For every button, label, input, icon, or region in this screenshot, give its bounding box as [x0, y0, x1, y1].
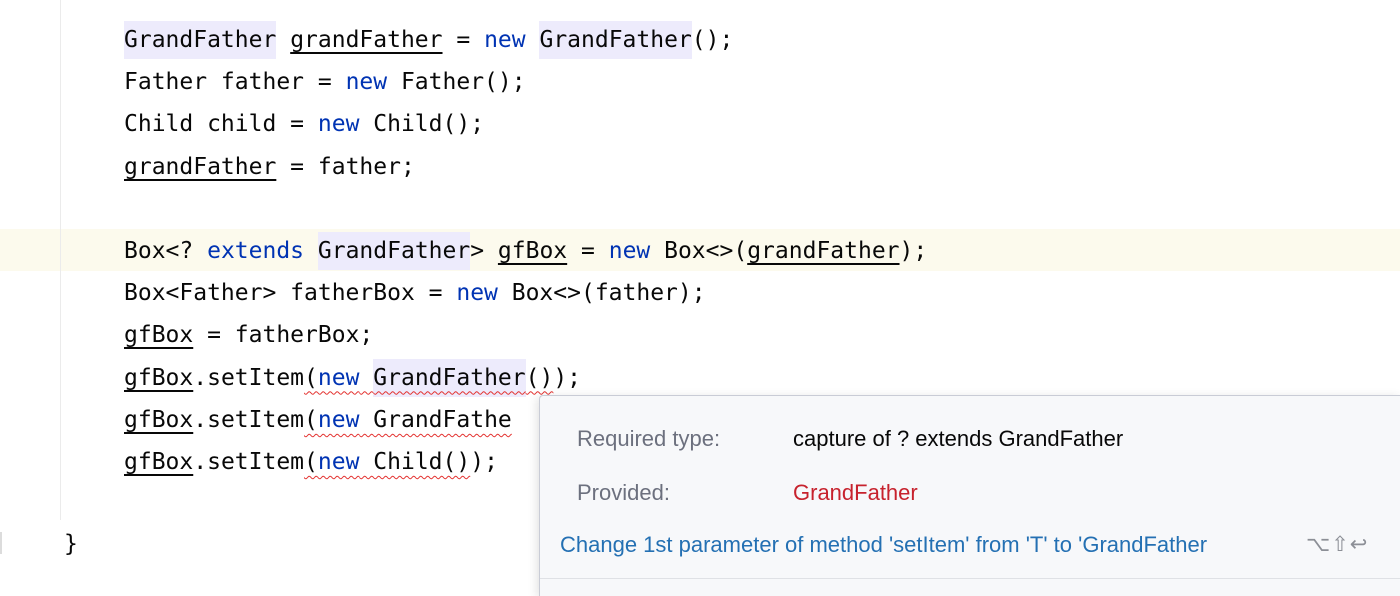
code-token: gfBox: [124, 364, 194, 391]
code-token: Box<Father> fatherBox =: [124, 280, 457, 307]
code-token: new: [456, 280, 498, 307]
code-token: = father;: [276, 153, 415, 180]
provided-type-value: GrandFather: [793, 480, 918, 505]
code-token: gfBox: [497, 238, 568, 264]
indent-guide: [60, 0, 61, 520]
required-type-label: Required type:: [577, 426, 721, 451]
code-line[interactable]: gfBox = fatherBox;: [124, 314, 373, 356]
code-token: extends: [207, 238, 305, 264]
code-token: Box<>(father);: [497, 280, 706, 307]
code-token: (: [304, 449, 318, 475]
error-tooltip-popup: Required type: capture of ? extends Gran…: [539, 395, 1400, 596]
code-token: GrandFather: [124, 21, 277, 59]
code-token: Father father =: [124, 69, 346, 96]
code-token: gfBox: [124, 406, 194, 433]
code-token: gfBox: [124, 322, 194, 349]
code-token: grandFather: [124, 153, 277, 180]
code-token: grandFather: [290, 27, 443, 53]
code-token: new: [317, 406, 360, 433]
code-token: =: [567, 238, 609, 264]
gutter-marker: [0, 532, 2, 554]
code-line[interactable]: GrandFather grandFather = new GrandFathe…: [124, 19, 733, 61]
code-token: new: [317, 364, 360, 391]
code-token: Child();: [359, 111, 485, 138]
code-token: );: [553, 364, 582, 391]
code-line[interactable]: grandFather = father;: [124, 146, 415, 188]
code-token: Box<>(: [650, 238, 748, 264]
code-token: );: [899, 238, 928, 264]
code-token: >: [470, 238, 498, 264]
code-token: = fatherBox;: [193, 322, 374, 349]
code-token: GrandFathe: [373, 406, 512, 433]
code-line[interactable]: Box<Father> fatherBox = new Box<>(father…: [124, 272, 706, 314]
code-token: (: [304, 406, 318, 433]
code-token: .setItem: [193, 406, 305, 433]
code-token: GrandFather: [539, 21, 692, 59]
code-token: grandFather: [747, 238, 900, 264]
quick-fix-link[interactable]: Change 1st parameter of method 'setItem'…: [560, 532, 1207, 558]
code-token: .setItem: [193, 364, 305, 391]
code-token: (: [304, 364, 318, 391]
code-line[interactable]: gfBox.setItem(new Child());: [124, 441, 498, 483]
code-line[interactable]: Child child = new Child();: [124, 103, 484, 145]
code-token: =: [442, 27, 485, 53]
popup-divider: [540, 578, 1400, 579]
code-token: new: [317, 449, 360, 475]
code-line[interactable]: Box<? extends GrandFather> gfBox = new B…: [124, 230, 927, 272]
shortcut-hint: ⌥⇧↩: [1306, 533, 1369, 556]
code-token: );: [470, 449, 498, 475]
code-token: GrandFather: [373, 358, 526, 397]
code-token: (): [525, 364, 554, 391]
code-token: Box<?: [124, 238, 208, 264]
code-token: GrandFather: [317, 232, 471, 270]
code-line[interactable]: gfBox.setItem(new GrandFather());: [124, 357, 581, 399]
required-type-value: capture of ? extends GrandFather: [793, 426, 1124, 451]
code-token: gfBox: [124, 449, 194, 475]
closing-brace: }: [64, 531, 78, 557]
code-token: ();: [691, 27, 734, 53]
provided-type-label: Provided:: [577, 480, 670, 505]
code-line[interactable]: gfBox.setItem(new GrandFathe: [124, 399, 512, 441]
code-token: new: [345, 69, 388, 96]
code-token: new: [317, 111, 360, 138]
code-token: Child(): [359, 449, 471, 475]
code-line[interactable]: Father father = new Father();: [124, 61, 526, 103]
code-token: Father();: [387, 69, 526, 96]
code-token: new: [608, 238, 651, 264]
code-token: .setItem: [193, 449, 305, 475]
code-token: Child child =: [124, 111, 318, 138]
code-token: new: [484, 27, 526, 53]
